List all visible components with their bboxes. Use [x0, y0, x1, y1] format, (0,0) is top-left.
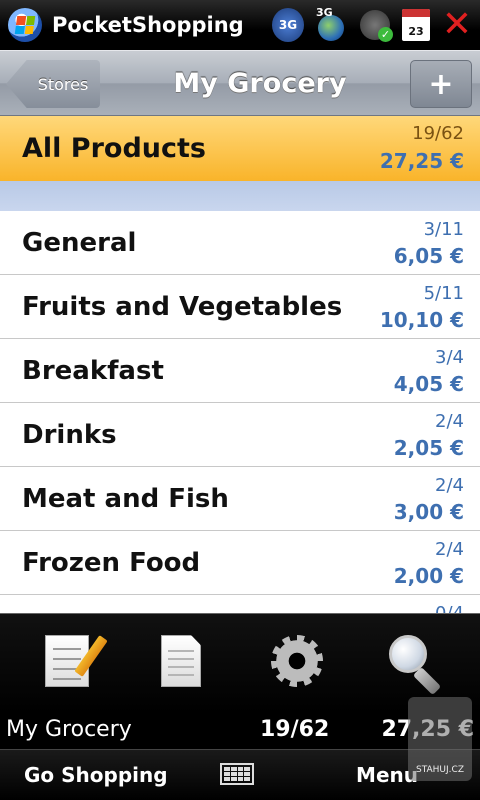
category-name: Breakfast: [22, 356, 164, 386]
category-row-fruits-vegetables[interactable]: Fruits and Vegetables 5/11 10,10 €: [0, 275, 480, 339]
signal-3g-icon[interactable]: 3G: [272, 8, 304, 42]
section-divider: [0, 181, 480, 211]
category-name: Meat and Fish: [22, 484, 229, 514]
page-title: My Grocery: [173, 68, 347, 99]
category-count: 3/4: [435, 347, 464, 368]
category-name: Frozen Food: [22, 548, 201, 578]
app-title: PocketShopping: [52, 13, 244, 37]
signal-3g-label: 3G: [278, 18, 298, 32]
windows-start-icon[interactable]: [8, 8, 42, 42]
category-price: 3,00 €: [393, 500, 464, 524]
status-bar: PocketShopping 3G 3G ✓ 23 ✕: [0, 0, 480, 50]
keyboard-icon[interactable]: [220, 763, 254, 785]
stores-back-button[interactable]: Stores: [6, 60, 100, 108]
stores-back-label: Stores: [37, 74, 89, 94]
speaker-icon[interactable]: ✓: [358, 8, 393, 42]
category-price: 4,05 €: [393, 372, 464, 396]
category-price: 10,10 €: [379, 308, 464, 332]
all-products-price: 27,25 €: [379, 149, 464, 173]
category-name: Drinks: [22, 420, 117, 450]
category-row-frozen-food[interactable]: Frozen Food 2/4 2,00 €: [0, 531, 480, 595]
document-icon[interactable]: [146, 626, 216, 696]
header-bar: Stores My Grocery +: [0, 50, 480, 116]
category-name: General: [22, 228, 137, 258]
globe-3g-icon[interactable]: 3G: [314, 6, 348, 42]
close-icon[interactable]: ✕: [440, 7, 474, 43]
category-row-general[interactable]: General 3/11 6,05 €: [0, 211, 480, 275]
category-price: 6,05 €: [393, 244, 464, 268]
summary-store-name: My Grocery: [6, 717, 132, 742]
category-count: 2/4: [435, 539, 464, 560]
bottom-toolbar: [0, 613, 480, 713]
category-list[interactable]: General 3/11 6,05 € Fruits and Vegetable…: [0, 211, 480, 613]
category-price: 2,05 €: [393, 436, 464, 460]
category-row-breakfast[interactable]: Breakfast 3/4 4,05 €: [0, 339, 480, 403]
globe-3g-label: 3G: [316, 6, 333, 19]
category-price: 2,00 €: [393, 564, 464, 588]
edit-note-icon[interactable]: [32, 626, 108, 696]
all-products-count: 19/62: [412, 123, 464, 144]
all-products-label: All Products: [22, 133, 206, 164]
category-count: 5/11: [423, 283, 464, 304]
category-count: 2/4: [435, 411, 464, 432]
category-row-drinks[interactable]: Drinks 2/4 2,05 €: [0, 403, 480, 467]
category-name: Fruits and Vegetables: [22, 292, 343, 322]
category-row-partial[interactable]: 0/4: [0, 595, 480, 613]
add-button[interactable]: +: [410, 60, 472, 108]
summary-count: 19/62: [260, 717, 330, 742]
category-count: 3/11: [423, 219, 464, 240]
category-count: 0/4: [435, 603, 464, 613]
category-row-meat-fish[interactable]: Meat and Fish 2/4 3,00 €: [0, 467, 480, 531]
go-shopping-softkey[interactable]: Go Shopping: [24, 750, 168, 800]
calendar-day: 23: [408, 25, 424, 38]
all-products-row[interactable]: All Products 19/62 27,25 €: [0, 116, 480, 181]
calendar-icon[interactable]: 23: [402, 9, 430, 41]
settings-gear-icon[interactable]: [262, 626, 332, 696]
search-icon[interactable]: [380, 626, 450, 696]
category-count: 2/4: [435, 475, 464, 496]
watermark-logo: STAHUJ.CZ: [408, 697, 472, 781]
